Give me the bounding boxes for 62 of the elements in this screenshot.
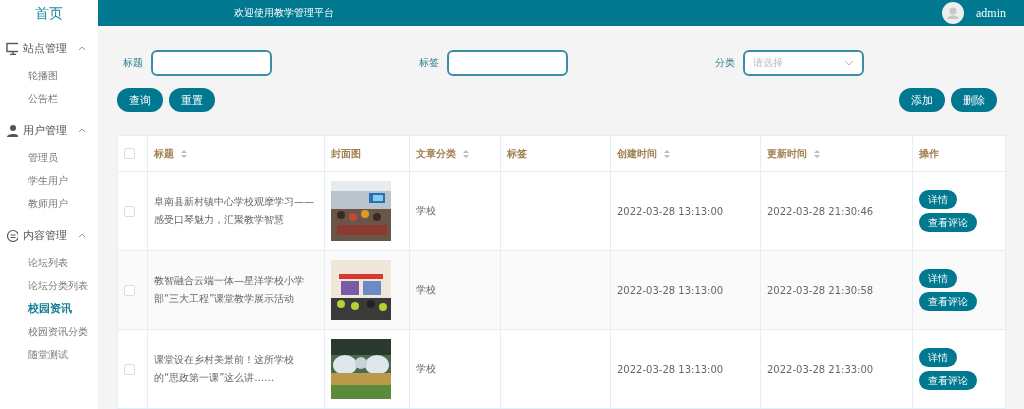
table-cell: 学校 [416,284,436,295]
menu-item[interactable]: 校园资讯分类 [6,320,98,343]
menu-group[interactable]: 内容管理 [6,225,98,245]
column-header[interactable]: 更新时间 [767,147,807,159]
menu-item[interactable]: 轮播图 [6,64,98,87]
field-label: 标题 [123,56,143,70]
menu-group[interactable]: 站点管理 [6,38,98,58]
column-header: 标签 [507,147,527,159]
menu-item[interactable]: 教师用户 [6,192,98,215]
action-button[interactable]: 删除 [951,88,997,112]
menu-item[interactable]: 论坛列表 [6,251,98,274]
table-cell: 学校 [416,363,436,374]
field-label: 分类 [715,56,735,70]
user-icon [6,123,18,137]
chevron-icon [844,60,854,66]
menu-item[interactable]: 随堂测试 [6,343,98,366]
table-cell: 2022-03-28 13:13:00 [617,363,724,375]
column-header: 封面图 [331,147,361,159]
action-button[interactable]: 查看评论 [919,213,977,232]
sort-icon [180,148,188,159]
action-button[interactable]: 详情 [919,269,957,288]
input-field[interactable] [447,50,568,76]
action-button[interactable]: 查看评论 [919,371,977,390]
table-cell: 2022-03-28 21:30:46 [767,205,874,217]
action-button[interactable]: 重置 [169,88,215,112]
checkbox[interactable] [124,205,135,217]
action-button[interactable]: 添加 [899,88,945,112]
input-field[interactable] [151,50,272,76]
checkbox[interactable] [124,363,135,375]
sort-icon [462,148,470,159]
checkbox[interactable] [124,148,135,160]
action-button[interactable]: 查询 [117,88,163,112]
sort-icon [663,148,671,159]
sort-icon [813,148,821,159]
checkbox[interactable] [124,284,135,296]
user-name: admin [976,5,1006,21]
action-button[interactable]: 查看评论 [919,292,977,311]
column-header[interactable]: 文章分类 [416,147,456,159]
table-cell: 课堂设在乡村美景前！这所学校的“思政第一课”这么讲…… [154,354,294,383]
menu-item[interactable]: 公告栏 [6,87,98,110]
monitor-icon [6,41,18,55]
chat-icon [6,228,18,242]
column-header[interactable]: 创建时间 [617,147,657,159]
menu-item[interactable]: 学生用户 [6,169,98,192]
table-cell: 2022-03-28 21:30:58 [767,284,874,296]
action-button[interactable]: 详情 [919,348,957,367]
table-cell: 学校 [416,205,436,216]
column-header: 操作 [919,147,939,159]
table-cell: 2022-03-28 21:33:00 [767,363,874,375]
field-label: 标签 [419,56,439,70]
table-cell: 阜南县新村镇中心学校观摩学习——感受口琴魅力，汇聚教学智慧 [154,196,314,225]
menu-item[interactable]: 管理员 [6,146,98,169]
menu-group[interactable]: 用户管理 [6,120,98,140]
table-cell: 教智融合云端一体—星洋学校小学部“三大工程”课堂教学展示活动 [154,275,304,304]
table-cell: 2022-03-28 13:13:00 [617,205,724,217]
menu-item[interactable]: 论坛分类列表 [6,274,98,297]
table-cell: 2022-03-28 13:13:00 [617,284,724,296]
menu-item[interactable]: 校园资讯 [6,297,98,320]
home-link[interactable]: 首页 [6,0,92,28]
welcome-text: 欢迎使用教学管理平台 [234,6,334,20]
action-button[interactable]: 详情 [919,190,957,209]
column-header[interactable]: 标题 [154,147,174,159]
